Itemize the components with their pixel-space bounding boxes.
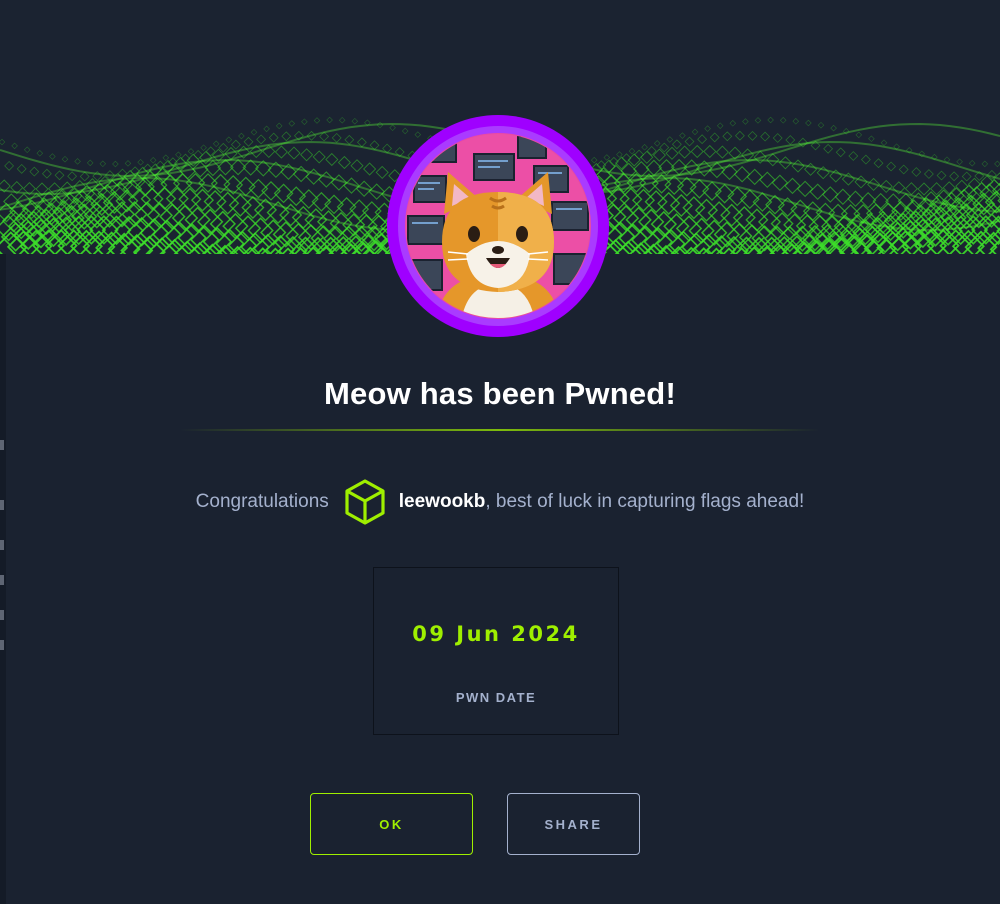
cat-avatar-icon <box>387 115 609 337</box>
ok-button[interactable]: OK <box>310 793 473 855</box>
username: leewookb <box>398 491 486 512</box>
pwn-date-value: 09 Jun 2024 <box>412 622 580 646</box>
machine-avatar <box>386 114 610 338</box>
title-divider <box>180 429 820 431</box>
congrats-suffix: , best of luck in capturing flags ahead! <box>485 491 805 512</box>
cube-icon <box>345 479 385 525</box>
pwned-modal: Meow has been Pwned! Congratulations lee… <box>0 0 1000 904</box>
share-button[interactable]: SHARE <box>507 793 640 855</box>
page-title: Meow has been Pwned! <box>324 376 676 411</box>
pwn-date-card: 09 Jun 2024 PWN DATE <box>373 567 619 735</box>
pwn-date-label: PWN DATE <box>455 690 537 705</box>
congratulations-message: Congratulations leewookb , best of luck … <box>0 476 1000 528</box>
congrats-prefix: Congratulations <box>195 491 329 512</box>
